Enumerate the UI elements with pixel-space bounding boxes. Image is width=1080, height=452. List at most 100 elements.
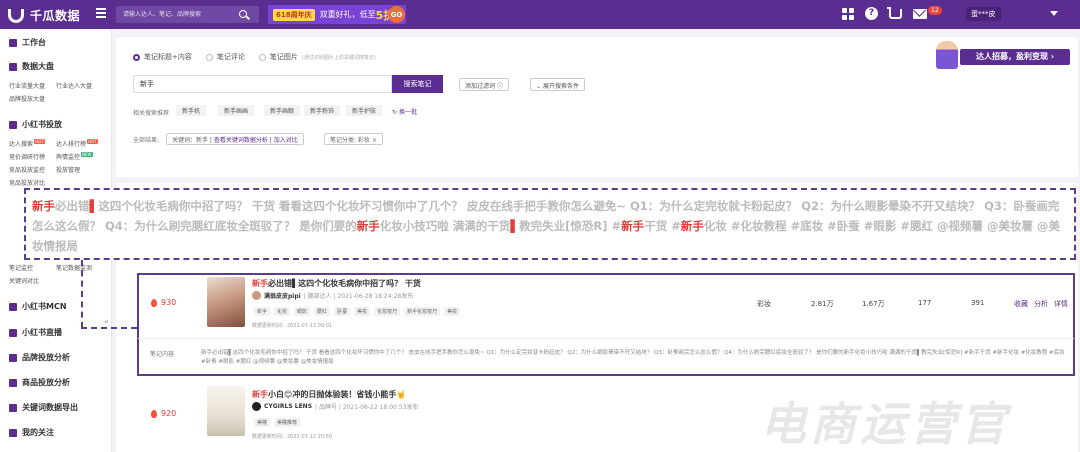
connector-line xyxy=(81,260,83,328)
related-tag[interactable]: 新手画画 xyxy=(218,105,255,116)
flame-icon xyxy=(151,409,157,418)
sidebar-item-mcn[interactable]: 小红书MCN xyxy=(9,301,67,312)
search-notes-button[interactable]: 搜索笔记 xyxy=(392,75,443,93)
user-menu[interactable]: 蛋***皮 xyxy=(966,5,1062,24)
recruit-figure-icon xyxy=(936,41,958,69)
note-title[interactable]: 新手小白😊冲的日抛体验装！省钱小能手🤘 xyxy=(252,389,406,400)
refresh-related-button[interactable]: ↻ 换一批 xyxy=(392,107,417,116)
sidebar-item-workbench[interactable]: 工作台 xyxy=(9,37,46,48)
detail-button[interactable]: 详情 xyxy=(1054,299,1068,309)
likes-count: 2.81万 xyxy=(811,300,834,308)
favorite-button[interactable]: 收藏 xyxy=(1014,299,1028,309)
sidebar-label: 关键词数据导出 xyxy=(22,403,78,412)
note-content-popover: 新手必出错▌这四个化妆毛病你中招了吗？ 干货 看看这四个化妆坏习惯你中了几个？ … xyxy=(24,188,1076,260)
sidebar-subitem[interactable]: 达人排行榜 HOT xyxy=(56,139,98,148)
sidebar-item-data-board[interactable]: 数据大盘 xyxy=(9,61,54,72)
collapse-sidebar-icon[interactable]: « xyxy=(104,317,109,326)
category-filter-chip[interactable]: 笔记分类: 彩妆 × xyxy=(324,133,383,145)
popover-text-segment: 新手 xyxy=(680,219,704,233)
sidebar-item-live[interactable]: 小红书直播 xyxy=(9,327,62,338)
scope-comment-radio[interactable]: 笔记评论 xyxy=(205,52,245,62)
popover-text-segment: 必出错 xyxy=(55,199,90,213)
cart-icon[interactable] xyxy=(887,6,902,19)
deliver-icon xyxy=(9,120,17,129)
expand-filter-button[interactable]: ⌄ 展开搜索条件 xyxy=(530,78,585,91)
sidebar-item-my-follow[interactable]: 我的关注 xyxy=(9,427,54,438)
collects-count: 1.67万 xyxy=(862,300,885,308)
popover-text-segment: 新手 xyxy=(32,199,55,213)
scope-title-content-radio[interactable]: 笔记标题+内容 xyxy=(133,52,192,62)
global-search xyxy=(116,6,259,23)
note-tags: 新手 化妆 眼影 腮红 卧蚕 美妆 化妆技巧 新手化妆技巧 美妆 xyxy=(254,307,461,316)
sidebar-label: 工作台 xyxy=(22,38,46,47)
sidebar-subitem[interactable]: 笔记数据监测 xyxy=(56,263,92,272)
popover-text-segment: 化妆小技巧啦 满满的干货 xyxy=(379,219,511,233)
row-divider xyxy=(138,338,1074,339)
sidebar-item-xhs-deliver[interactable]: 小红书投放 xyxy=(9,119,62,130)
top-icons: ? xyxy=(842,6,927,20)
menu-icon[interactable] xyxy=(96,8,106,18)
sidebar-subitem[interactable]: 舆情监控 NEW xyxy=(56,152,93,161)
note-author[interactable]: 满翁皮皮pipi | 腰部达人 | 2021-06-28 18:24:28发布 xyxy=(252,291,413,300)
related-tag[interactable]: 新手护肤 xyxy=(346,105,383,116)
sidebar-label: 小红书直播 xyxy=(22,328,62,337)
shares-count: 391 xyxy=(971,299,985,307)
sidebar-item-goods-analysis[interactable]: 商品投放分析 xyxy=(9,377,70,388)
comments-count: 177 xyxy=(918,299,932,307)
sidebar-subitem[interactable]: 行业达人大盘 xyxy=(56,81,92,90)
related-tag[interactable]: 新手画眼 xyxy=(264,105,301,116)
sidebar-subitem[interactable]: 品牌投放大盘 xyxy=(9,94,45,103)
promo-badge: 618周年庆 xyxy=(273,8,315,21)
note-author[interactable]: CYGIRLS LENS | 品牌号 | 2021-06-22 18:00:53… xyxy=(252,402,419,411)
sidebar-subitem[interactable]: 行业流量大盘 xyxy=(9,81,45,90)
mcn-icon xyxy=(9,302,17,311)
add-filter-word-button[interactable]: 添加过滤词 ⓘ xyxy=(459,78,509,91)
top-navbar: 千瓜数据 618周年庆 双重好礼，低至 5折 GO ? 12 蛋***皮 xyxy=(0,0,1080,29)
avatar xyxy=(252,402,261,411)
global-search-input[interactable] xyxy=(116,6,226,23)
note-title[interactable]: 新手必出错▌这四个化妆毛病你中招了吗？ 干货 xyxy=(252,278,421,289)
related-tag[interactable]: 新手粉饰 xyxy=(304,105,341,116)
sidebar-subitem[interactable]: 达人搜索 HOT xyxy=(9,139,45,148)
note-thumbnail[interactable] xyxy=(207,277,245,327)
popover-text-segment: ▌ xyxy=(510,219,520,233)
mail-count-badge: 12 xyxy=(928,6,942,15)
related-search-label: 相关搜索推荐 xyxy=(133,110,170,117)
apps-grid-icon[interactable] xyxy=(842,7,854,20)
analyze-button[interactable]: 分析 xyxy=(1034,299,1048,309)
brand-icon xyxy=(9,353,17,362)
sidebar-item-brand-analysis[interactable]: 品牌投放分析 xyxy=(9,352,70,363)
sidebar-subitem[interactable]: 竞品投放对比 xyxy=(9,178,45,187)
sidebar-label: 数据大盘 xyxy=(22,62,54,71)
scope-image-radio[interactable]: 笔记图片 (通过识别图片上的关键词搜笔记) xyxy=(258,52,376,62)
recruit-banner[interactable]: 达人招募，盈利变现 › xyxy=(932,41,1076,71)
chart-icon xyxy=(9,62,17,71)
sidebar-subitem[interactable]: 投放管理 xyxy=(56,165,80,174)
related-tag[interactable]: 新手机 xyxy=(176,105,207,116)
caret-down-icon[interactable] xyxy=(1050,11,1058,16)
promo-go-button[interactable]: GO xyxy=(388,6,405,23)
note-thumbnail[interactable] xyxy=(207,386,245,436)
watermark: 电商运营官 xyxy=(760,397,1010,451)
workbench-icon xyxy=(9,38,17,47)
filter-label: 全部结果: xyxy=(133,137,160,144)
promo-banner[interactable]: 618周年庆 双重好礼，低至 5折 GO xyxy=(268,5,406,24)
sidebar-subitem[interactable]: 竞价调研行榜 xyxy=(9,152,45,161)
sidebar-subitem[interactable]: 竞品投放监控 xyxy=(9,165,45,174)
sidebar-subitem[interactable]: 关键词对比 xyxy=(9,276,39,285)
search-scope: 笔记标题+内容 笔记评论 笔记图片 (通过识别图片上的关键词搜笔记) xyxy=(133,52,376,62)
search-icon[interactable] xyxy=(239,10,247,18)
sidebar-item-keyword-export[interactable]: 关键词数据导出 xyxy=(9,402,78,413)
export-icon xyxy=(9,403,17,412)
keyword-filter-chip[interactable]: 关键词：新手 | 查看关键词数据分析 | 加入对比 xyxy=(166,133,304,145)
popover-text-segment: 教完失业[惊恐R] # xyxy=(519,219,622,233)
mail-icon[interactable] xyxy=(913,8,927,19)
help-icon[interactable]: ? xyxy=(865,7,878,20)
user-name: 蛋***皮 xyxy=(966,7,1001,21)
goods-icon xyxy=(9,378,17,387)
brand-logo[interactable]: 千瓜数据 xyxy=(8,7,80,24)
sidebar-subitem[interactable]: 笔记监控 xyxy=(9,263,33,272)
live-icon xyxy=(9,328,17,337)
keyword-input[interactable] xyxy=(133,75,392,93)
avatar xyxy=(252,291,261,300)
